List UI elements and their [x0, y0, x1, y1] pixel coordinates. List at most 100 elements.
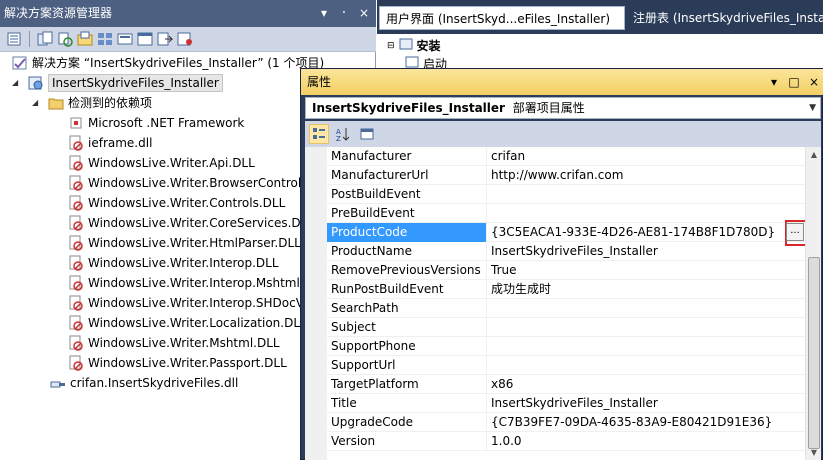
property-row[interactable]: SupportUrl: [327, 356, 805, 375]
property-value[interactable]: True: [487, 261, 805, 280]
svg-text:Z: Z: [336, 135, 341, 141]
properties-toolbar: AZ: [305, 121, 821, 147]
property-value[interactable]: 成功生成时: [487, 280, 805, 299]
tab-registry[interactable]: 注册表 (InsertSkydriveFiles_Installer: [627, 6, 823, 30]
alphabetical-icon[interactable]: AZ: [333, 124, 353, 144]
tree-item-label: WindowsLive.Writer.CoreServices.DL: [88, 216, 308, 230]
close-icon[interactable]: ×: [358, 0, 370, 27]
tree-item-label: 解决方案 “InsertSkydriveFiles_Installer” (1 …: [32, 56, 325, 70]
excluded-dll-icon: [68, 295, 84, 311]
property-row[interactable]: RemovePreviousVersions True: [327, 261, 805, 280]
property-row[interactable]: ManufacturerUrl http://www.crifan.com: [327, 166, 805, 185]
tree-item-dll[interactable]: WindowsLive.Writer.Passport.DLL: [68, 353, 287, 373]
ellipsis-button[interactable]: ...: [786, 223, 804, 241]
dropdown-icon[interactable]: ▾: [318, 0, 330, 27]
property-value[interactable]: [487, 356, 805, 375]
tree-item-dll[interactable]: WindowsLive.Writer.CoreServices.DL: [68, 213, 307, 233]
custom-actions-editor-icon[interactable]: [157, 31, 173, 47]
property-row[interactable]: RunPostBuildEvent 成功生成时: [327, 280, 805, 299]
property-row[interactable]: Version 1.0.0: [327, 432, 805, 451]
property-value[interactable]: {C7B39FE7-09DA-4635-83A9-E80421D91E36}: [487, 413, 805, 432]
tree-item-dll[interactable]: WindowsLive.Writer.Api.DLL: [68, 153, 255, 173]
property-row[interactable]: Title InsertSkydriveFiles_Installer: [327, 394, 805, 413]
properties-titlebar[interactable]: 属性 ▾ □ ×: [301, 69, 823, 95]
tree-item-dll[interactable]: WindowsLive.Writer.Interop.SHDocV: [68, 293, 304, 313]
tree-item-dll[interactable]: WindowsLive.Writer.Localization.DLL: [68, 313, 307, 333]
object-selector[interactable]: InsertSkydriveFiles_Installer 部署项目属性 ▼: [305, 97, 821, 119]
launch-conditions-editor-icon[interactable]: [177, 31, 193, 47]
property-value[interactable]: [487, 204, 805, 223]
collapse-icon[interactable]: ⊟: [387, 41, 395, 51]
excluded-dll-icon: [68, 215, 84, 231]
tree-item-dll[interactable]: WindowsLive.Writer.Interop.DLL: [68, 253, 279, 273]
property-row[interactable]: PreBuildEvent: [327, 204, 805, 223]
tree-item-detected-dependencies[interactable]: ◢ 检测到的依赖项: [32, 93, 152, 113]
tree-item-primary-output[interactable]: crifan.InsertSkydriveFiles.dll: [50, 373, 238, 393]
property-value[interactable]: http://www.crifan.com: [487, 166, 805, 185]
excluded-dll-icon: [68, 355, 84, 371]
tab-user-interface[interactable]: 用户界面 (InsertSkyd...eFiles_Installer): [379, 6, 625, 30]
user-interface-editor-icon[interactable]: [137, 31, 153, 47]
tree-item-dll[interactable]: WindowsLive.Writer.Controls.DLL: [68, 193, 285, 213]
pin-icon[interactable]: ᛫: [338, 0, 350, 27]
property-value[interactable]: [487, 318, 805, 337]
chevron-down-icon[interactable]: ▼: [809, 98, 816, 118]
expand-arrow-icon[interactable]: ◢: [32, 93, 42, 113]
maximize-icon[interactable]: □: [788, 69, 800, 95]
vertical-scrollbar[interactable]: ▲ ▼: [805, 147, 821, 460]
property-value[interactable]: InsertSkydriveFiles_Installer: [487, 394, 805, 413]
scroll-up-icon[interactable]: ▲: [806, 147, 821, 163]
property-row[interactable]: Subject: [327, 318, 805, 337]
property-value[interactable]: x86: [487, 375, 805, 394]
dropdown-icon[interactable]: ▾: [768, 69, 780, 95]
property-value[interactable]: {3C5EACA1-933E-4D26-AE81-174B8F1D780D}: [487, 223, 805, 242]
property-row-selected[interactable]: ProductCode {3C5EACA1-933E-4D26-AE81-174…: [327, 220, 811, 246]
tree-item-dll[interactable]: WindowsLive.Writer.Interop.Mshtml.: [68, 273, 304, 293]
property-value[interactable]: [487, 337, 805, 356]
document-tab-strip: 用户界面 (InsertSkyd...eFiles_Installer) 注册表…: [377, 0, 823, 34]
property-row[interactable]: SearchPath: [327, 299, 805, 318]
tree-item-dotnet-framework[interactable]: Microsoft .NET Framework: [68, 113, 244, 133]
properties-icon[interactable]: [6, 31, 22, 47]
tree-item-setup-project[interactable]: ◢ InsertSkydriveFiles_Installer: [12, 73, 223, 93]
file-types-editor-icon[interactable]: [117, 31, 133, 47]
property-value[interactable]: [487, 299, 805, 318]
property-name: TargetPlatform: [327, 375, 487, 394]
tree-item-solution[interactable]: 解决方案 “InsertSkydriveFiles_Installer” (1 …: [12, 53, 324, 73]
property-row[interactable]: PostBuildEvent: [327, 185, 805, 204]
property-row[interactable]: TargetPlatform x86: [327, 375, 805, 394]
property-row[interactable]: Manufacturer crifan: [327, 147, 805, 166]
property-value[interactable]: [487, 185, 805, 204]
show-all-files-icon[interactable]: [37, 31, 53, 47]
install-node[interactable]: ⊟ 安装: [387, 37, 441, 54]
close-icon[interactable]: ×: [808, 69, 820, 95]
property-row[interactable]: SupportPhone: [327, 337, 805, 356]
refresh-icon[interactable]: [57, 31, 73, 47]
property-row[interactable]: UpgradeCode {C7B39FE7-09DA-4635-83A9-E80…: [327, 413, 805, 432]
registry-editor-icon[interactable]: [97, 31, 113, 47]
expand-arrow-icon[interactable]: ◢: [12, 73, 22, 93]
excluded-dll-icon: [68, 315, 84, 331]
categorized-icon[interactable]: [309, 124, 329, 144]
property-name: SupportUrl: [327, 356, 487, 375]
tree-item-dll[interactable]: ieframe.dll: [68, 133, 152, 153]
property-value[interactable]: InsertSkydriveFiles_Installer: [487, 242, 805, 261]
property-name: ProductName: [327, 242, 487, 261]
scroll-thumb[interactable]: [808, 257, 820, 449]
file-system-editor-icon[interactable]: [77, 31, 93, 47]
property-row[interactable]: ProductName InsertSkydriveFiles_Installe…: [327, 242, 805, 261]
tree-item-dll[interactable]: WindowsLive.Writer.HtmlParser.DLL: [68, 233, 301, 253]
tree-item-label: WindowsLive.Writer.Passport.DLL: [88, 356, 287, 370]
tree-item-label: Microsoft .NET Framework: [88, 116, 245, 130]
solution-explorer-toolbar: [0, 27, 376, 52]
property-pages-icon[interactable]: [357, 124, 377, 144]
property-name: Title: [327, 394, 487, 413]
tree-item-dll[interactable]: WindowsLive.Writer.Mshtml.DLL: [68, 333, 280, 353]
tree-item-label: WindowsLive.Writer.Api.DLL: [88, 156, 255, 170]
tree-item-dll[interactable]: WindowsLive.Writer.BrowserControl.: [68, 173, 305, 193]
object-name: InsertSkydriveFiles_Installer: [312, 101, 505, 115]
property-value[interactable]: 1.0.0: [487, 432, 805, 451]
scroll-down-icon[interactable]: ▼: [806, 445, 821, 460]
property-value[interactable]: crifan: [487, 147, 805, 166]
tree-item-label: InsertSkydriveFiles_Installer: [48, 74, 223, 92]
